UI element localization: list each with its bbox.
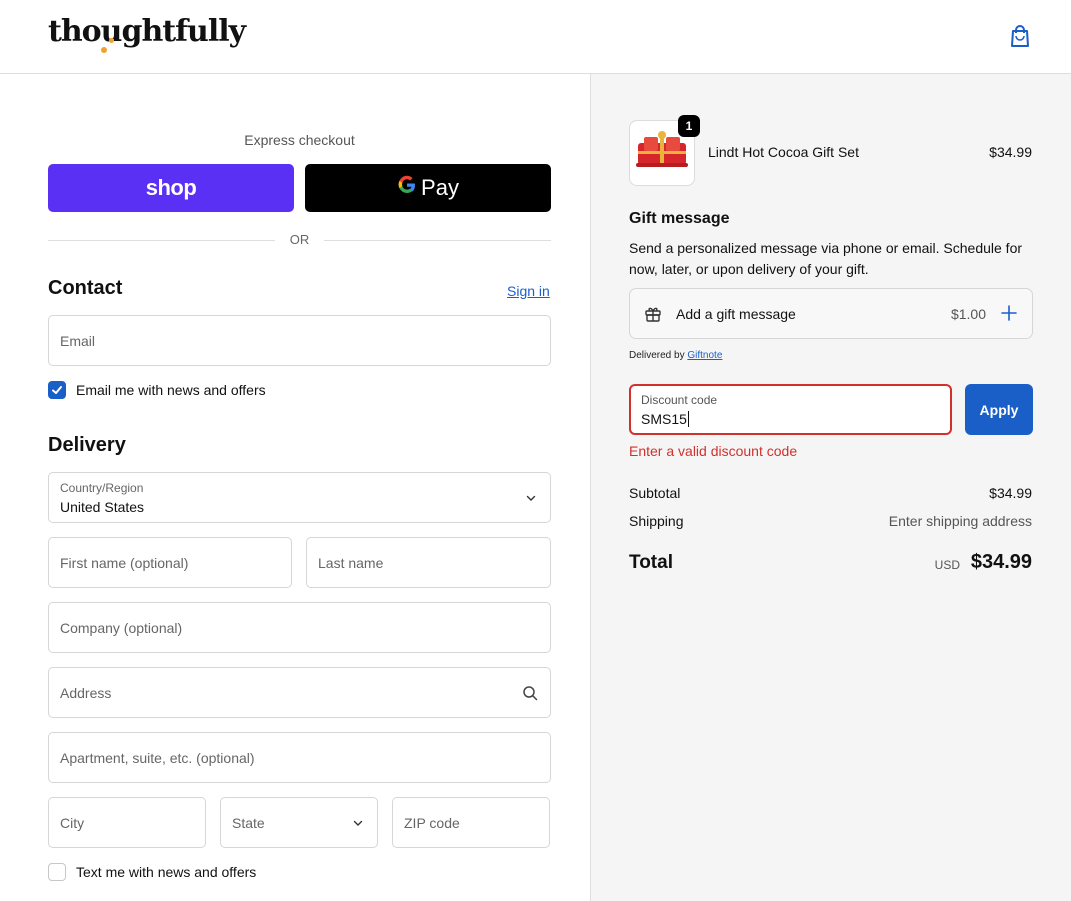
newsletter-checkbox[interactable]	[48, 381, 66, 399]
company-field[interactable]: Company (optional)	[48, 602, 551, 653]
address-field[interactable]: Address	[48, 667, 551, 718]
discount-code-text: SMS15	[641, 411, 687, 427]
state-placeholder: State	[232, 815, 265, 831]
google-pay-label: Pay	[421, 175, 459, 200]
gift-message-description: Send a personalized message via phone or…	[629, 240, 1023, 277]
subtotal-value: $34.99	[989, 485, 1032, 501]
search-icon[interactable]	[522, 685, 538, 701]
sign-in-link[interactable]: Sign in	[507, 283, 550, 299]
total-value: $34.99	[970, 551, 1032, 573]
or-divider: OR	[48, 231, 551, 249]
shop-pay-label: shop	[145, 175, 197, 200]
or-text: OR	[289, 232, 310, 247]
total-currency: USD	[934, 558, 960, 572]
shipping-label: Shipping	[629, 513, 684, 529]
first-name-field[interactable]: First name (optional)	[48, 537, 292, 588]
gift-icon	[645, 307, 661, 322]
add-gift-message-button[interactable]: Add a gift message $1.00	[629, 288, 1033, 339]
subtotal-label: Subtotal	[629, 485, 681, 501]
gift-message-label: Add a gift message	[676, 306, 796, 322]
chevron-down-icon	[353, 820, 363, 826]
express-checkout-label: Express checkout	[244, 132, 355, 148]
country-select[interactable]: Country/Region United States	[48, 472, 551, 523]
brand-logo[interactable]: thoughtfully	[48, 14, 246, 53]
discount-code-field[interactable]: Discount code SMS15	[629, 384, 952, 435]
sms-checkbox[interactable]	[48, 863, 66, 881]
plus-icon[interactable]	[1000, 304, 1018, 322]
site-header: thoughtfully	[0, 0, 1071, 74]
sms-label: Text me with news and offers	[76, 864, 257, 880]
delivered-by-label: Delivered by	[629, 350, 685, 361]
chevron-down-icon	[526, 495, 536, 501]
delivered-by-text: Delivered by Giftnote	[629, 350, 722, 361]
apartment-field[interactable]: Apartment, suite, etc. (optional)	[48, 732, 551, 783]
check-icon	[52, 386, 62, 394]
country-label: Country/Region	[60, 481, 144, 495]
apartment-placeholder: Apartment, suite, etc. (optional)	[60, 750, 255, 766]
city-placeholder: City	[60, 815, 85, 831]
zip-placeholder: ZIP code	[404, 815, 460, 831]
email-field[interactable]: Email	[48, 315, 551, 366]
shipping-value: Enter shipping address	[888, 513, 1032, 529]
order-summary: 1 Lindt Hot Cocoa Gift Set $34.99 Gift m…	[590, 74, 1071, 901]
apply-label: Apply	[979, 401, 1019, 418]
last-name-field[interactable]: Last name	[306, 537, 551, 588]
quantity-badge: 1	[678, 115, 700, 137]
sms-option[interactable]: Text me with news and offers	[48, 863, 256, 881]
contact-heading: Contact	[48, 277, 123, 299]
apply-discount-button[interactable]: Apply	[965, 384, 1033, 435]
shopping-bag-icon[interactable]	[1006, 22, 1034, 50]
first-name-placeholder: First name (optional)	[60, 555, 189, 571]
newsletter-option[interactable]: Email me with news and offers	[48, 381, 266, 399]
product-price: $34.99	[989, 144, 1032, 160]
email-placeholder: Email	[60, 333, 96, 349]
shop-pay-button[interactable]: shop	[48, 164, 294, 212]
checkout-form: Express checkout shop Pay OR Contact Sig…	[0, 74, 590, 901]
product-name: Lindt Hot Cocoa Gift Set	[708, 144, 859, 160]
giftnote-link[interactable]: Giftnote	[687, 350, 722, 361]
address-placeholder: Address	[60, 685, 112, 701]
zip-field[interactable]: ZIP code	[392, 797, 550, 848]
discount-code-value: SMS15	[641, 411, 689, 427]
gift-message-price: $1.00	[950, 306, 986, 322]
delivery-heading: Delivery	[48, 434, 126, 456]
state-select[interactable]: State	[220, 797, 378, 848]
google-pay-button[interactable]: Pay	[305, 164, 551, 212]
gift-message-heading: Gift message	[629, 210, 730, 227]
discount-error-message: Enter a valid discount code	[629, 443, 798, 459]
company-placeholder: Company (optional)	[60, 620, 183, 636]
country-value: United States	[60, 499, 145, 515]
city-field[interactable]: City	[48, 797, 206, 848]
discount-code-label: Discount code	[641, 393, 718, 407]
last-name-placeholder: Last name	[318, 555, 384, 571]
total-label: Total	[629, 552, 673, 573]
google-g-icon	[397, 175, 417, 201]
newsletter-label: Email me with news and offers	[76, 382, 266, 398]
